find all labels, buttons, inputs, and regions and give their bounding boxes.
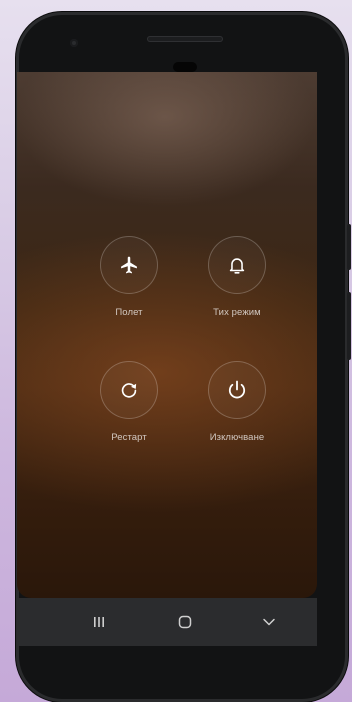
bell-icon [229,258,245,274]
airplane-icon [121,256,137,274]
silent-mode-button[interactable] [208,236,266,294]
home-button[interactable] [155,598,215,646]
silent-mode-label: Тих режим [213,307,261,318]
power-off-label: Изключване [209,432,265,443]
power-icon [228,380,246,399]
restart-button[interactable] [100,361,158,419]
proximity-sensor [173,62,197,72]
silent-mode-tile[interactable]: Тих режим [182,236,292,318]
power-side-button [347,292,351,360]
restart-icon [121,383,137,398]
recents-icon [94,617,104,627]
home-icon [178,615,192,629]
airplane-mode-button[interactable] [100,236,158,294]
front-camera [70,39,78,47]
earpiece-speaker [147,36,223,42]
recents-button[interactable] [69,598,129,646]
restart-tile[interactable]: Рестарт [74,361,184,443]
back-button[interactable] [239,598,299,646]
navigation-bar [17,598,317,646]
power-menu-screen: Полет Тих режим Рестарт Изключване [17,72,317,598]
power-off-tile[interactable]: Изключване [182,361,292,443]
back-chevron-icon [263,618,275,626]
airplane-mode-tile[interactable]: Полет [74,236,184,318]
airplane-mode-label: Полет [115,307,143,318]
restart-label: Рестарт [111,432,147,443]
power-off-button[interactable] [208,361,266,419]
volume-button [347,224,351,270]
